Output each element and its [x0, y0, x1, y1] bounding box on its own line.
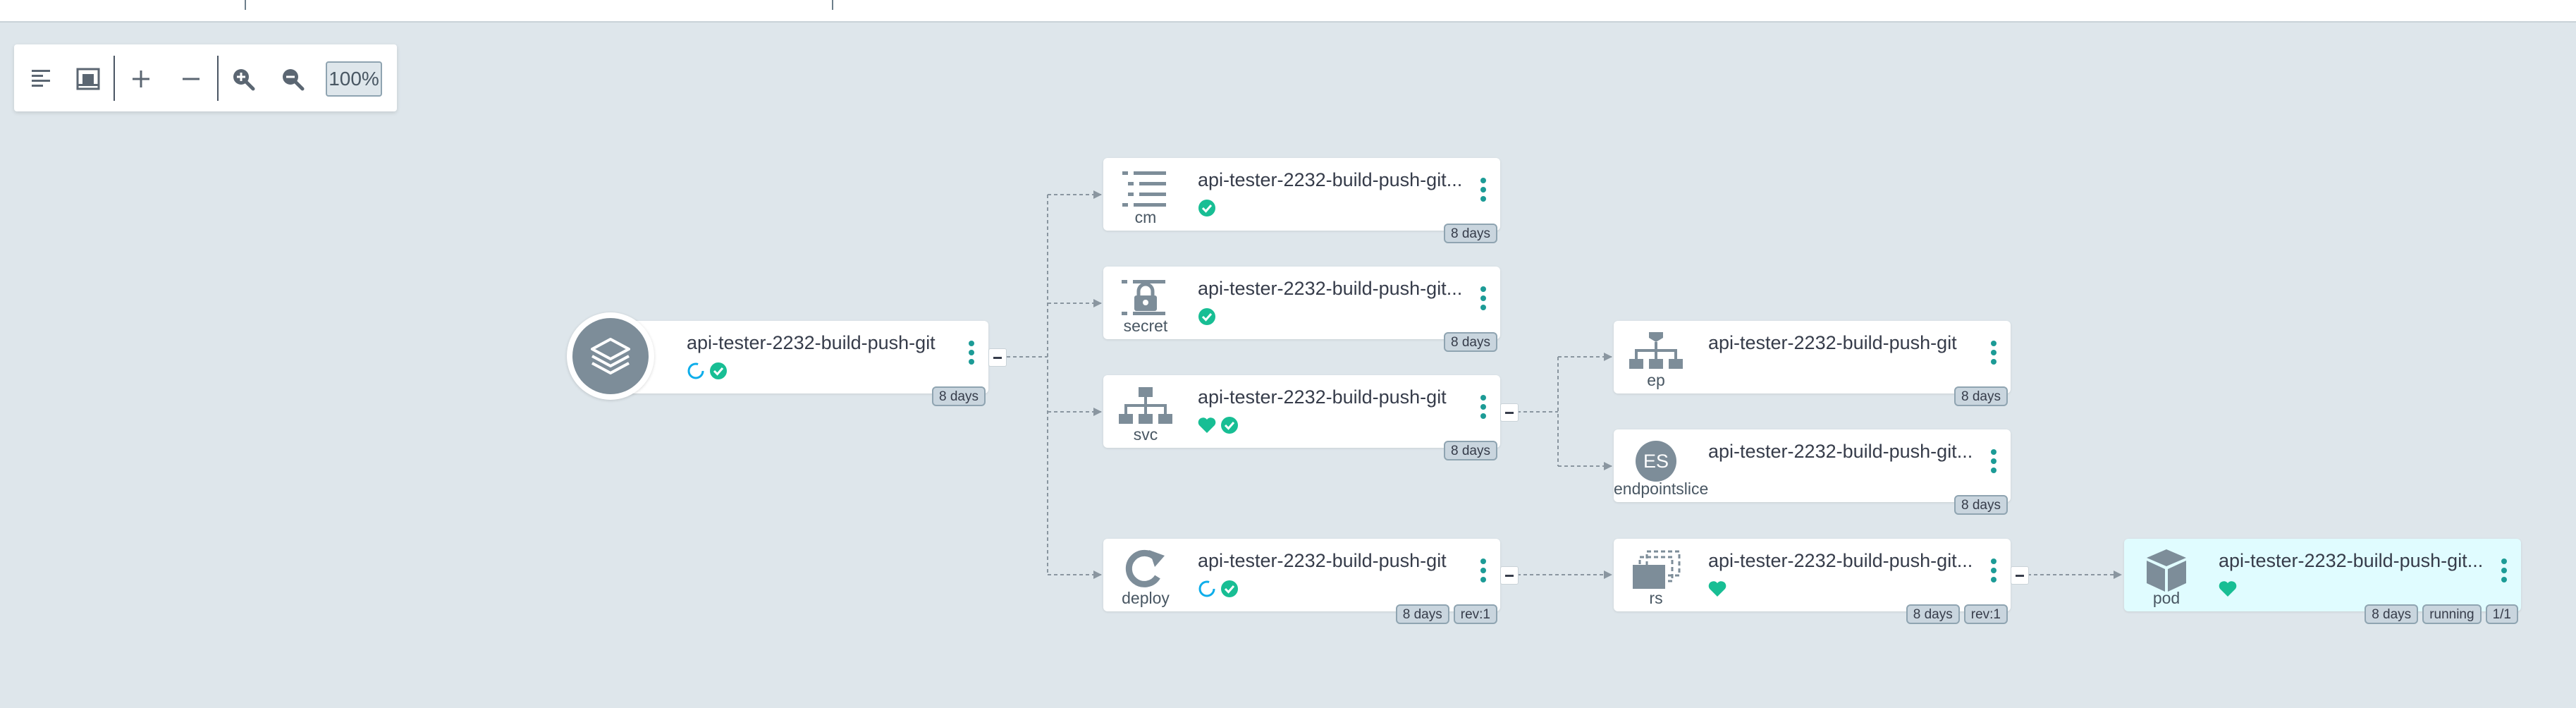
resource-node-cm[interactable]: cm api-tester-2232-build-push-git... 8 d…: [1103, 158, 1500, 243]
node-status: [1708, 578, 1726, 599]
node-status: [1198, 306, 1216, 327]
synced-check-icon: [1221, 580, 1238, 597]
node-tags: 8 days: [1444, 441, 1497, 460]
node-menu-button[interactable]: [1988, 559, 1999, 590]
service-icon: [1119, 385, 1172, 429]
node-kind-label: rs: [1649, 589, 1663, 607]
resource-node-endpointslice[interactable]: ES endpointslice api-tester-2232-build-p…: [1614, 429, 2011, 515]
healthy-heart-icon: [1198, 417, 1216, 433]
config-map-icon: [1119, 168, 1172, 212]
node-status: [1198, 415, 1239, 436]
node-title: api-tester-2232-build-push-git...: [1708, 441, 1973, 462]
synced-check-icon: [1198, 200, 1215, 216]
resource-node-svc[interactable]: svc api-tester-2232-build-push-git 8 day…: [1103, 375, 1500, 460]
age-tag: 8 days: [1906, 604, 1960, 624]
progressing-icon: [687, 362, 704, 379]
node-status: [687, 360, 728, 382]
node-kind-label: endpointslice: [1614, 480, 1709, 498]
ready-count-tag: 1/1: [2485, 604, 2518, 624]
node-kind-label: svc: [1133, 425, 1158, 444]
resource-node-pod[interactable]: pod api-tester-2232-build-push-git... 8 …: [2124, 539, 2521, 624]
age-tag: 8 days: [1444, 332, 1497, 352]
node-status: [1198, 578, 1239, 599]
resource-node-secret[interactable]: secret api-tester-2232-build-push-git...…: [1103, 267, 1500, 352]
age-tag: 8 days: [1954, 386, 2008, 406]
age-tag: 8 days: [1395, 604, 1449, 624]
secret-icon: [1119, 276, 1172, 320]
synced-check-icon: [1198, 308, 1215, 325]
pod-cube-icon: [2140, 549, 2193, 592]
endpointslice-icon: ES: [1629, 439, 1683, 483]
age-tag: 8 days: [2365, 604, 2419, 624]
node-tags: 8 days rev:1: [1395, 604, 1497, 624]
deployment-icon: [1119, 549, 1172, 592]
layers-icon: [591, 338, 630, 374]
node-kind-label: pod: [2152, 589, 2181, 607]
node-title: api-tester-2232-build-push-git...: [1198, 278, 1463, 299]
node-tags: 8 days: [1954, 495, 2008, 515]
node-kind-label: cm: [1134, 208, 1157, 226]
resource-node-rs[interactable]: rs api-tester-2232-build-push-git... 8 d…: [1614, 539, 2011, 624]
node-title: api-tester-2232-build-push-git: [687, 332, 936, 353]
node-menu-button[interactable]: [1478, 178, 1489, 209]
pod-phase-tag: running: [2422, 604, 2482, 624]
collapse-button[interactable]: [1500, 566, 1519, 585]
application-icon-circle[interactable]: [567, 312, 654, 400]
node-tags: 8 days: [1954, 386, 2008, 406]
age-tag: 8 days: [932, 386, 986, 406]
node-status: [1198, 197, 1216, 219]
node-tags: 8 days rev:1: [1906, 604, 2008, 624]
node-menu-button[interactable]: [966, 341, 977, 372]
application-node[interactable]: api-tester-2232-build-push-git 8 days: [611, 321, 988, 406]
node-menu-button[interactable]: [1478, 559, 1489, 590]
node-menu-button[interactable]: [1478, 286, 1489, 317]
node-menu-button[interactable]: [1988, 341, 1999, 372]
node-tags: 8 days running 1/1: [2365, 604, 2518, 624]
node-title: api-tester-2232-build-push-git...: [2219, 550, 2484, 571]
age-tag: 8 days: [1444, 441, 1497, 460]
replicaset-icon: [1629, 549, 1683, 592]
node-tags: 8 days: [932, 386, 986, 406]
endpointslice-badge: ES: [1636, 441, 1676, 482]
healthy-heart-icon: [1708, 581, 1726, 597]
node-tags: 8 days: [1444, 224, 1497, 243]
node-kind-label: ep: [1647, 371, 1665, 389]
age-tag: 8 days: [1444, 224, 1497, 243]
resource-node-ep[interactable]: ep api-tester-2232-build-push-git 8 days: [1614, 321, 2011, 406]
node-menu-button[interactable]: [1478, 395, 1489, 426]
node-title: api-tester-2232-build-push-git...: [1198, 169, 1463, 190]
resource-node-deploy[interactable]: deploy api-tester-2232-build-push-git 8 …: [1103, 539, 1500, 624]
node-menu-button[interactable]: [1988, 449, 1999, 480]
revision-tag: rev:1: [1963, 604, 2008, 624]
endpoints-icon: [1629, 331, 1683, 374]
age-tag: 8 days: [1954, 495, 2008, 515]
revision-tag: rev:1: [1453, 604, 1497, 624]
node-kind-label: deploy: [1122, 589, 1170, 607]
synced-check-icon: [1221, 417, 1238, 434]
node-title: api-tester-2232-build-push-git...: [1708, 550, 1973, 571]
node-title: api-tester-2232-build-push-git: [1198, 550, 1447, 571]
collapse-button[interactable]: [1500, 403, 1519, 422]
node-menu-button[interactable]: [2498, 559, 2510, 590]
node-tags: 8 days: [1444, 332, 1497, 352]
progressing-icon: [1198, 580, 1215, 597]
collapse-button[interactable]: [988, 348, 1007, 367]
node-status: [2219, 578, 2237, 599]
healthy-heart-icon: [2219, 581, 2237, 597]
node-title: api-tester-2232-build-push-git: [1708, 332, 1957, 353]
synced-check-icon: [710, 362, 727, 379]
node-title: api-tester-2232-build-push-git: [1198, 386, 1447, 408]
collapse-button[interactable]: [2011, 566, 2029, 585]
node-kind-label: secret: [1123, 317, 1168, 335]
